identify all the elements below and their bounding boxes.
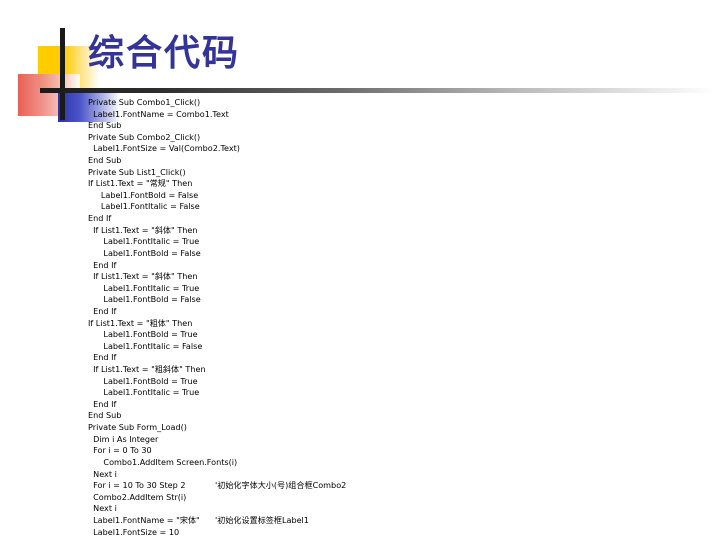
code-line: Label1.FontItalic = False — [88, 341, 708, 353]
slide-title: 综合代码 — [88, 33, 241, 74]
code-line: If List1.Text = "常规" Then — [88, 178, 708, 190]
code-line-text: End Sub — [88, 120, 122, 131]
code-line-text: Label1.FontBold = False — [88, 189, 199, 200]
code-line-text: If List1.Text = "粗体" Then — [88, 317, 193, 328]
code-line-text: Label1.FontName = Combo1.Text — [88, 108, 229, 119]
code-line: Label1.FontName = Combo1.Text — [88, 109, 708, 121]
presentation-slide: 综合代码 Private Sub Combo1_Click() Label1.F… — [0, 0, 720, 540]
code-line-text: Label1.FontBold = False — [88, 294, 201, 305]
code-line: Label1.FontItalic = True — [88, 387, 708, 399]
code-line: Label1.FontItalic = False — [88, 201, 708, 213]
code-line-text: Label1.FontSize = Val(Combo2.Text) — [88, 143, 240, 154]
code-line: End Sub — [88, 155, 708, 167]
code-line-text: Next i — [88, 503, 117, 514]
code-line: End If — [88, 399, 708, 411]
code-line-text: Label1.FontItalic = True — [88, 282, 200, 293]
code-line: Label1.FontBold = True — [88, 329, 708, 341]
code-line-text: End If — [88, 213, 112, 224]
code-line: Label1.FontBold = False — [88, 190, 708, 202]
code-line: Label1.FontSize = 10 — [88, 527, 708, 539]
code-line-text: Label1.FontItalic = True — [88, 236, 200, 247]
code-line: Combo1.AddItem Screen.Fonts(i) — [88, 457, 708, 469]
code-line-text: End Sub — [88, 410, 122, 421]
code-line-text: For i = 10 To 30 Step 2 — [88, 480, 186, 491]
code-line: Label1.FontItalic = True — [88, 236, 708, 248]
code-line-text: If List1.Text = "斜体" Then — [88, 224, 198, 235]
code-comment-text: '初始化字体大小(号)组合框Combo2 — [215, 480, 347, 491]
code-line: End Sub — [88, 410, 708, 422]
code-line-text: Label1.FontSize = 10 — [88, 526, 180, 537]
code-line: If List1.Text = "粗体" Then — [88, 318, 708, 330]
code-line: Label1.FontBold = False — [88, 248, 708, 260]
code-line-text: Label1.FontItalic = False — [88, 201, 200, 212]
code-line-text: End If — [88, 305, 117, 316]
code-line: End If — [88, 306, 708, 318]
code-line-text: Label1.FontBold = False — [88, 247, 201, 258]
code-line: Private Sub Combo2_Click() — [88, 132, 708, 144]
code-line-text: Private Sub Combo1_Click() — [88, 97, 201, 107]
code-line: Private Sub Form_Load() — [88, 422, 708, 434]
code-line: End If — [88, 260, 708, 272]
horizontal-divider-bar — [40, 88, 716, 93]
code-line-text: Label1.FontItalic = False — [88, 340, 203, 351]
code-line: Label1.FontBold = False — [88, 294, 708, 306]
code-line-text: Label1.FontItalic = True — [88, 387, 200, 398]
code-line-text: Label1.FontName = "宋体" — [88, 514, 200, 525]
code-line: For i = 0 To 30 — [88, 445, 708, 457]
code-line-text: Label1.FontBold = True — [88, 329, 198, 340]
code-line: Private Sub List1_Click() — [88, 167, 708, 179]
red-square-shape — [18, 74, 80, 116]
code-line-text: If List1.Text = "粗斜体" Then — [88, 364, 206, 375]
code-line: If List1.Text = "粗斜体" Then — [88, 364, 708, 376]
code-line-text: Private Sub Form_Load() — [88, 422, 187, 433]
code-line: Label1.FontItalic = True — [88, 283, 708, 295]
code-listing: Private Sub Combo1_Click() Label1.FontNa… — [88, 97, 708, 540]
code-line: If List1.Text = "斜体" Then — [88, 271, 708, 283]
code-line-text: End If — [88, 398, 117, 409]
code-line-text: Dim i As Integer — [88, 433, 159, 444]
code-line: For i = 10 To 30 Step 2 '初始化字体大小(号)组合框Com… — [88, 480, 708, 492]
code-line-text: End If — [88, 352, 117, 363]
code-line-text: End Sub — [88, 155, 122, 166]
code-comment-text: '初始化设置标签框Label1 — [215, 514, 309, 525]
code-line-text: Private Sub List1_Click() — [88, 166, 186, 177]
code-line: Dim i As Integer — [88, 434, 708, 446]
code-line: End If — [88, 213, 708, 225]
code-line: End If — [88, 352, 708, 364]
code-line: Label1.FontBold = True — [88, 376, 708, 388]
code-line: Next i — [88, 503, 708, 515]
code-line-text: Next i — [88, 468, 117, 479]
code-line-text: Label1.FontBold = True — [88, 375, 198, 386]
code-line-text: If List1.Text = "常规" Then — [88, 178, 193, 189]
code-line: Next i — [88, 469, 708, 481]
code-line-text: Private Sub Combo2_Click() — [88, 131, 201, 142]
code-line: Combo2.AddItem Str(i) — [88, 492, 708, 504]
code-line: Label1.FontSize = Val(Combo2.Text) — [88, 143, 708, 155]
code-line-text: End If — [88, 259, 117, 270]
code-line-text: Combo2.AddItem Str(i) — [88, 491, 187, 502]
vertical-bar-shape — [60, 28, 65, 120]
code-line: Label1.FontName = "宋体" '初始化设置标签框Label1 — [88, 515, 708, 527]
code-line: Private Sub Combo1_Click() — [88, 97, 708, 109]
code-line: End Sub — [88, 120, 708, 132]
code-line-text: Combo1.AddItem Screen.Fonts(i) — [88, 456, 238, 467]
code-line-text: If List1.Text = "斜体" Then — [88, 271, 198, 282]
code-line-text: For i = 0 To 30 — [88, 445, 152, 456]
code-line: If List1.Text = "斜体" Then — [88, 225, 708, 237]
